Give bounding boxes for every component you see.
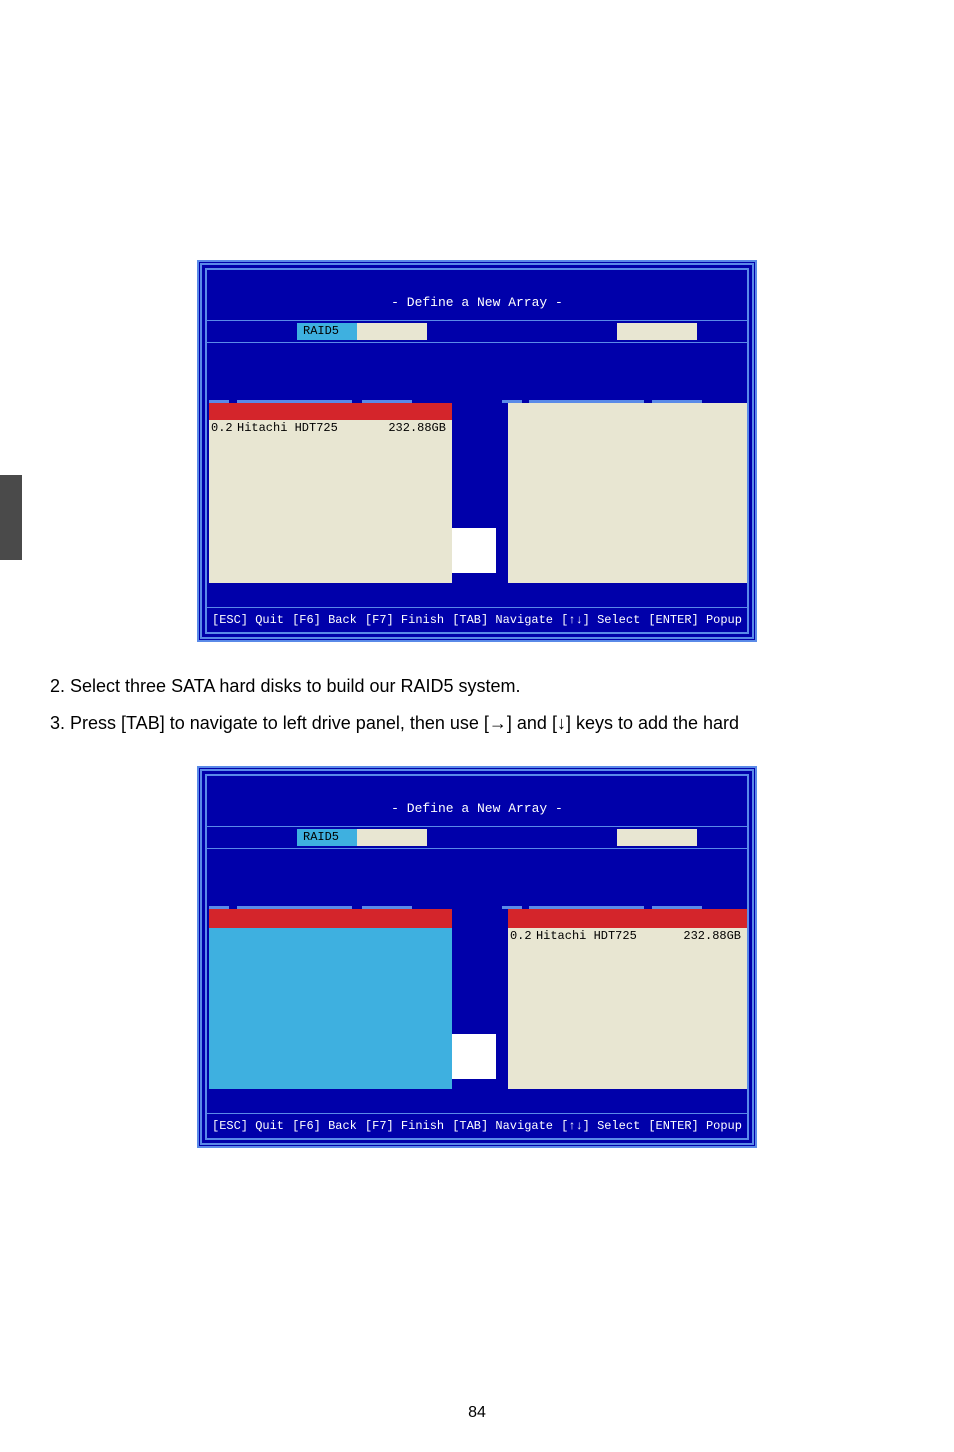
panels-row-2: 0.2 Hitachi HDT725 232.88GB <box>207 909 747 1089</box>
raid-mode-row-1: RAID5 <box>207 320 747 343</box>
move-button-box-1[interactable] <box>452 528 496 573</box>
footer-popup: [ENTER] Popup <box>648 1119 742 1133</box>
raid-mode-value-1: RAID5 <box>297 323 357 340</box>
move-buttons-2 <box>452 909 496 1089</box>
drive-row-1[interactable]: 0.2 Hitachi HDT725 232.88GB <box>209 420 452 437</box>
array-disks-fill-2 <box>508 945 747 1089</box>
bios-title-2: - Define a New Array - <box>207 776 747 826</box>
array-disks-panel-2[interactable]: 0.2 Hitachi HDT725 232.88GB <box>508 909 747 1089</box>
side-tab <box>0 475 22 560</box>
free-disks-fill-2 <box>209 928 452 1089</box>
free-disks-panel-2[interactable] <box>209 909 452 1089</box>
raid-mode-row-2: RAID5 <box>207 826 747 849</box>
footer-navigate: [TAB] Navigate <box>452 1119 553 1133</box>
footer-finish: [F7] Finish <box>365 1119 444 1133</box>
footer-quit: [ESC] Quit <box>212 1119 284 1133</box>
footer-back: [F6] Back <box>292 613 357 627</box>
drive-port: 0.2 <box>211 421 237 436</box>
page-number: 84 <box>0 1404 954 1422</box>
raid-right-field-2[interactable] <box>617 829 697 846</box>
middle-columns-1 <box>207 343 747 403</box>
drive-size: 232.88GB <box>666 929 745 944</box>
footer-bar-1: [ESC] Quit [F6] Back [F7] Finish [TAB] N… <box>207 607 747 632</box>
bios-screen-1: - Define a New Array - RAID5 0.2 <box>197 260 757 642</box>
drive-model: Hitachi HDT725 <box>237 421 367 436</box>
footer-select: [↑↓] Select <box>561 613 640 627</box>
instruction-step-2: 2. Select three SATA hard disks to build… <box>50 672 914 701</box>
raid-mode-value-2: RAID5 <box>297 829 357 846</box>
free-disks-header-2 <box>209 909 452 928</box>
raid-mode-trail-1 <box>357 323 427 340</box>
bios-inner-2: - Define a New Array - RAID5 <box>205 774 749 1140</box>
middle-columns-2 <box>207 849 747 909</box>
array-disks-header-2 <box>508 909 747 928</box>
footer-finish: [F7] Finish <box>365 613 444 627</box>
raid-mode-trail-2 <box>357 829 427 846</box>
move-buttons-1 <box>452 403 496 583</box>
drive-model: Hitachi HDT725 <box>536 929 666 944</box>
array-disks-fill-1 <box>508 403 747 583</box>
bios-screen-2: - Define a New Array - RAID5 <box>197 766 757 1148</box>
bios-title-1: - Define a New Array - <box>207 270 747 320</box>
drive-port: 0.2 <box>510 929 536 944</box>
raid-mode-field-2[interactable]: RAID5 <box>297 829 427 846</box>
raid-mode-field-1[interactable]: RAID5 <box>297 323 427 340</box>
raid-right-field-1[interactable] <box>617 323 697 340</box>
panels-row-1: 0.2 Hitachi HDT725 232.88GB <box>207 403 747 583</box>
footer-select: [↑↓] Select <box>561 1119 640 1133</box>
bios-inner-1: - Define a New Array - RAID5 0.2 <box>205 268 749 634</box>
array-drive-row-1[interactable]: 0.2 Hitachi HDT725 232.88GB <box>508 928 747 945</box>
free-disks-panel-1[interactable]: 0.2 Hitachi HDT725 232.88GB <box>209 403 452 583</box>
move-button-box-2[interactable] <box>452 1034 496 1079</box>
free-disks-fill-1 <box>209 437 452 583</box>
array-disks-panel-1[interactable] <box>508 403 747 583</box>
footer-bar-2: [ESC] Quit [F6] Back [F7] Finish [TAB] N… <box>207 1113 747 1138</box>
footer-back: [F6] Back <box>292 1119 357 1133</box>
footer-navigate: [TAB] Navigate <box>452 613 553 627</box>
free-disks-header-1 <box>209 403 452 420</box>
footer-quit: [ESC] Quit <box>212 613 284 627</box>
footer-popup: [ENTER] Popup <box>648 613 742 627</box>
instruction-step-3: 3. Press [TAB] to navigate to left drive… <box>50 709 914 738</box>
drive-size: 232.88GB <box>367 421 450 436</box>
